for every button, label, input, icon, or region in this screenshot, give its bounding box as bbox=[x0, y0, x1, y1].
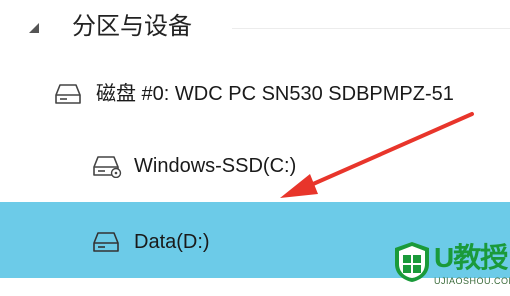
drive-icon bbox=[93, 232, 119, 252]
section-title: 分区与设备 bbox=[72, 13, 192, 40]
watermark-url: UJIAOSHOU.COM bbox=[434, 276, 510, 286]
partitions-and-devices-header[interactable]: 分区与设备 bbox=[0, 0, 510, 58]
shield-logo-icon bbox=[395, 242, 429, 282]
collapse-triangle-icon[interactable] bbox=[28, 22, 40, 34]
red-arrow-annotation bbox=[280, 112, 474, 198]
watermark-brand: U教授 bbox=[434, 242, 508, 273]
disk-label: 磁盘 #0: WDC PC SN530 SDBPMPZ-51 bbox=[96, 83, 454, 105]
section-divider bbox=[232, 28, 510, 29]
system-drive-icon bbox=[93, 156, 122, 178]
partition-label-d: Data(D:) bbox=[134, 231, 210, 253]
watermark: U教授 UJIAOSHOU.COM bbox=[392, 238, 510, 296]
hard-drive-icon bbox=[55, 84, 81, 104]
